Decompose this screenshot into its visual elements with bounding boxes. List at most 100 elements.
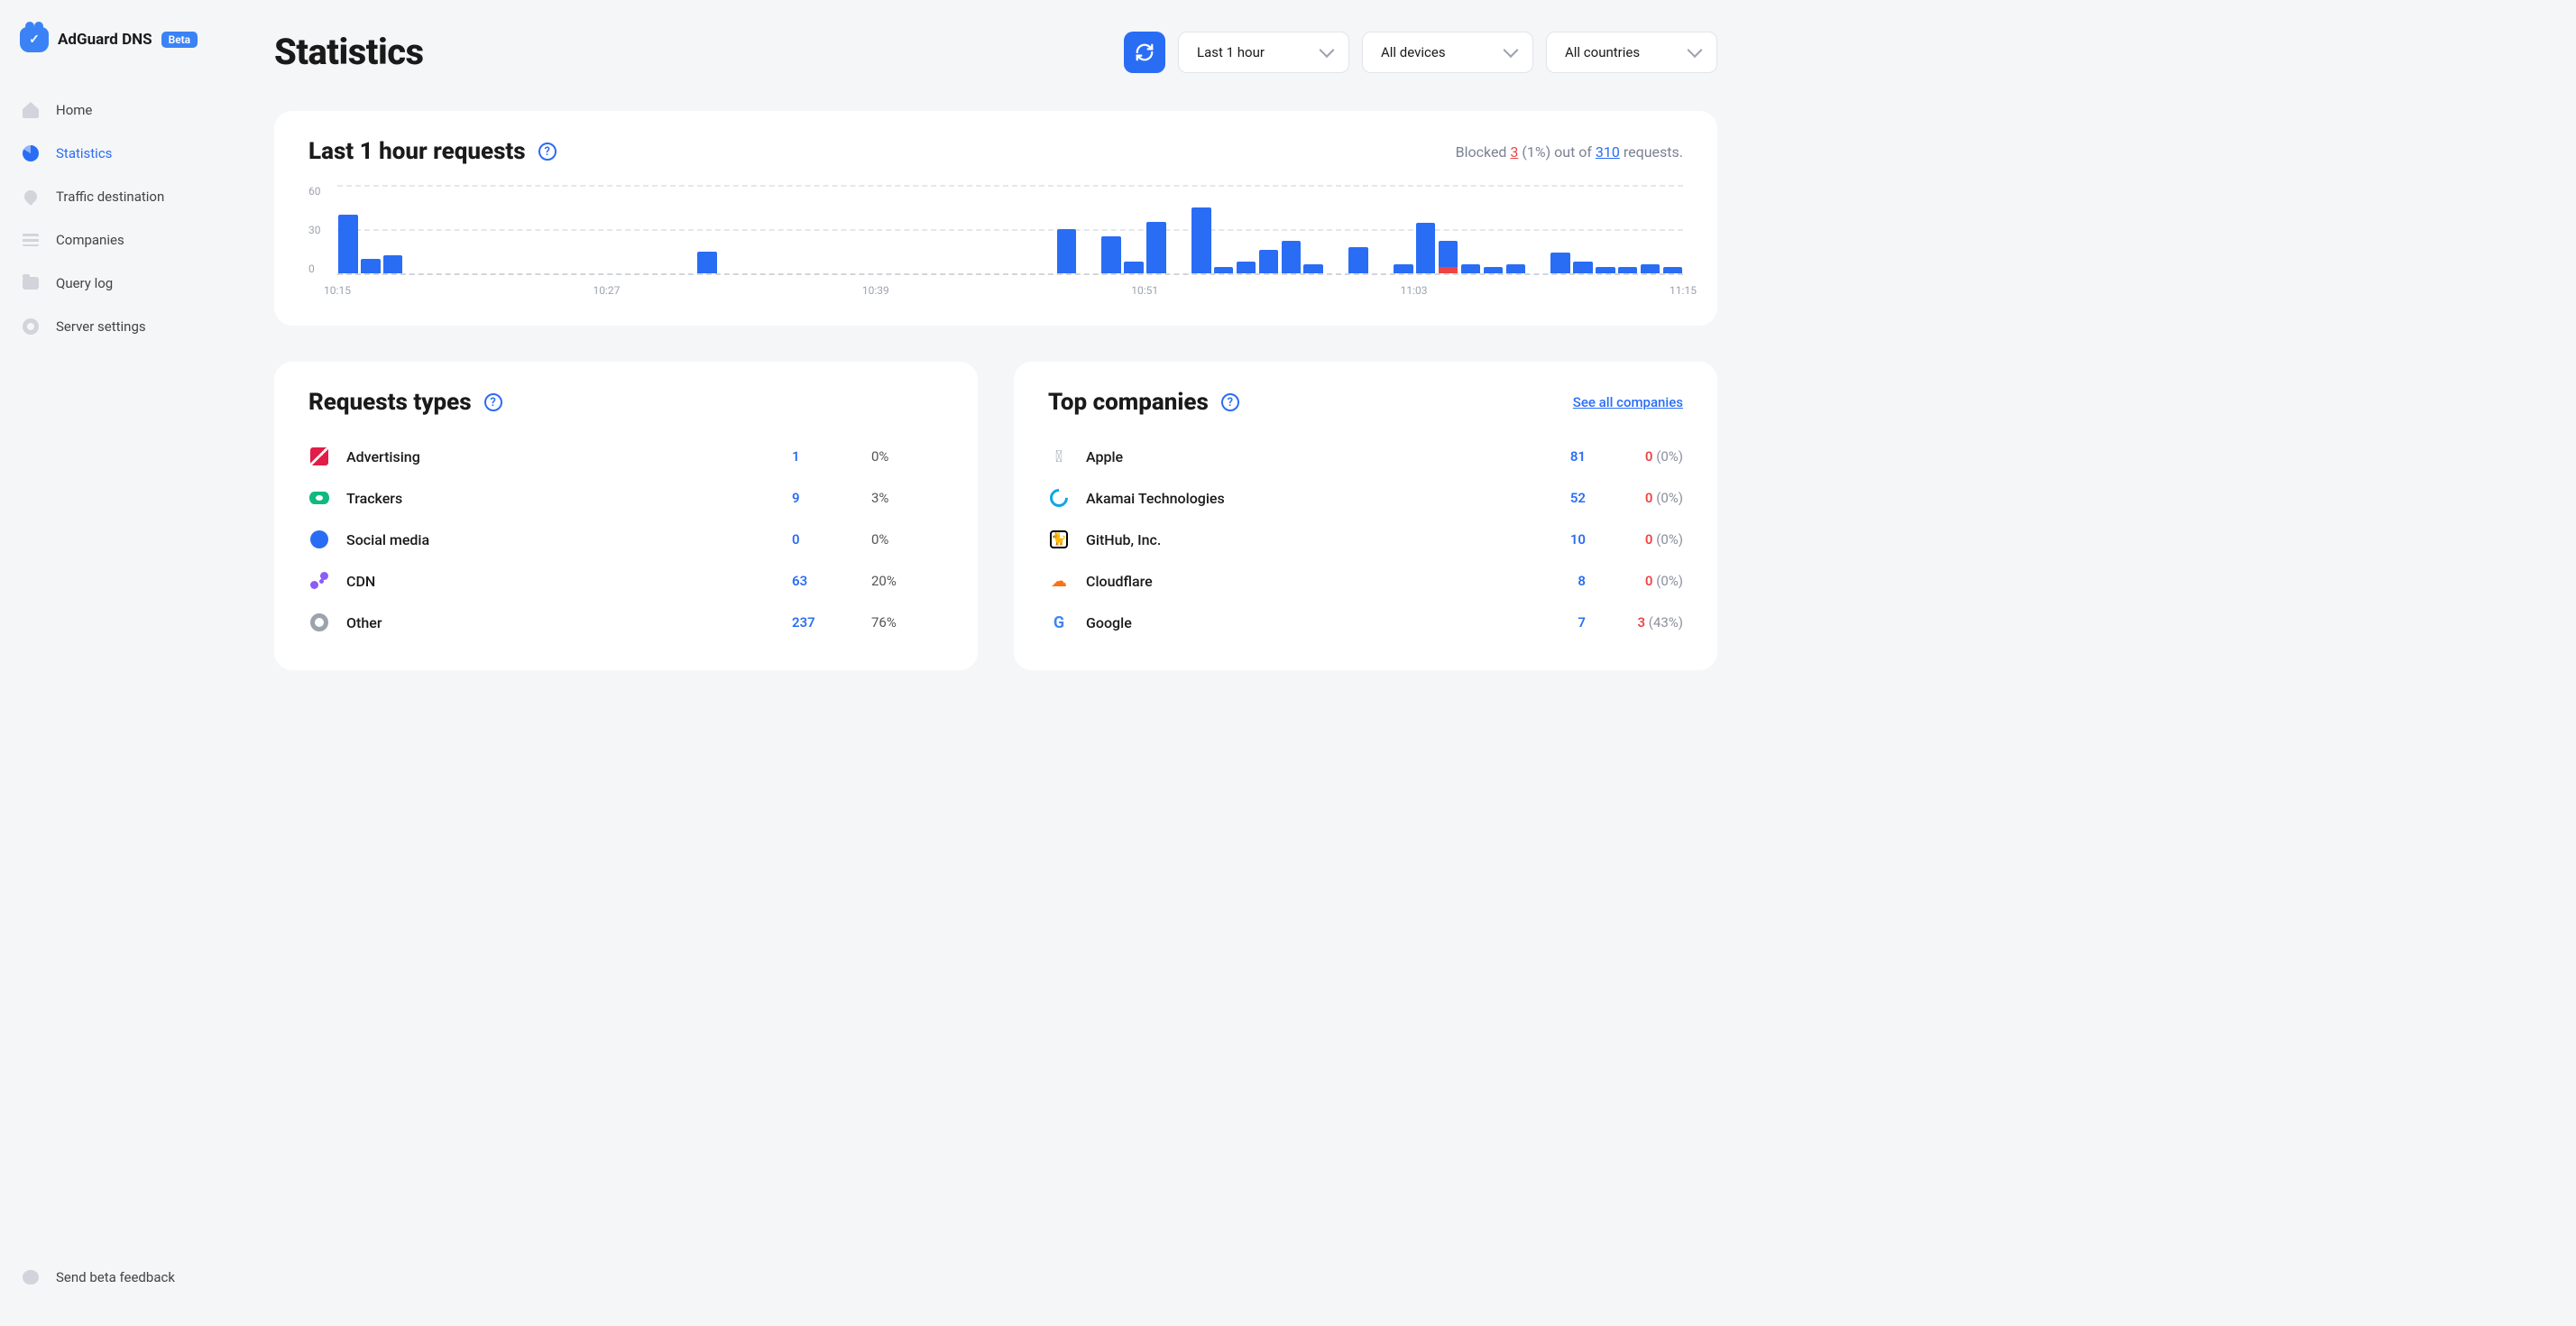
bar-column[interactable] [943, 185, 965, 273]
refresh-button[interactable] [1124, 32, 1165, 73]
help-icon[interactable]: ? [484, 393, 502, 411]
bar-column[interactable] [1504, 185, 1526, 273]
bar-column[interactable] [1145, 185, 1167, 273]
bar-column[interactable] [1078, 185, 1099, 273]
help-icon[interactable]: ? [538, 143, 557, 161]
sidebar-item-label: Statistics [56, 145, 112, 161]
sidebar-item-traffic-destination[interactable]: Traffic destination [0, 175, 229, 218]
bar-column[interactable] [876, 185, 897, 273]
help-icon[interactable]: ? [1221, 393, 1239, 411]
bar-column[interactable] [1191, 185, 1212, 273]
bar-column[interactable] [989, 185, 1010, 273]
bar-column[interactable] [1236, 185, 1257, 273]
page-header: Statistics Last 1 hour All devices All c… [274, 31, 1717, 73]
bar-column[interactable] [651, 185, 673, 273]
bar-column[interactable] [1393, 185, 1414, 273]
bar-column[interactable] [1415, 185, 1437, 273]
total-count-link[interactable]: 310 [1596, 143, 1620, 161]
bar-column[interactable] [1550, 185, 1571, 273]
request-type-row[interactable]: Advertising 1 0% [308, 436, 943, 477]
company-row[interactable]: 🐈 GitHub, Inc. 10 0 (0%) [1048, 519, 1683, 560]
bar-column[interactable] [428, 185, 449, 273]
bar-column[interactable] [674, 185, 695, 273]
bar-column[interactable] [449, 185, 471, 273]
request-type-row[interactable]: Other 237 76% [308, 602, 943, 643]
sidebar-item-home[interactable]: Home [0, 88, 229, 132]
bar-column[interactable] [1123, 185, 1145, 273]
request-type-row[interactable]: Trackers 9 3% [308, 477, 943, 519]
bar-column[interactable] [1370, 185, 1392, 273]
bar-column[interactable] [1034, 185, 1055, 273]
bar-column[interactable] [1640, 185, 1661, 273]
sidebar-item-statistics[interactable]: Statistics [0, 132, 229, 175]
devices-dropdown[interactable]: All devices [1362, 32, 1533, 73]
bar-column[interactable] [1011, 185, 1033, 273]
google-icon: G [1048, 612, 1070, 633]
y-tick: 0 [308, 262, 321, 275]
bar-column[interactable] [517, 185, 538, 273]
bar-column[interactable] [1662, 185, 1684, 273]
company-row[interactable]:  Apple 81 0 (0%) [1048, 436, 1683, 477]
bar-column[interactable] [1168, 185, 1190, 273]
sidebar-item-query-log[interactable]: Query log [0, 262, 229, 305]
bar-column[interactable] [853, 185, 875, 273]
company-blocked: 0 (0%) [1602, 490, 1683, 506]
bar-column[interactable] [382, 185, 404, 273]
bar-column[interactable] [360, 185, 382, 273]
bar-column[interactable] [809, 185, 831, 273]
bar-column[interactable] [1258, 185, 1280, 273]
see-all-companies-link[interactable]: See all companies [1573, 394, 1683, 410]
bar-column[interactable] [1572, 185, 1594, 273]
bar-column[interactable] [494, 185, 516, 273]
bar-column[interactable] [1325, 185, 1347, 273]
bar-column[interactable] [405, 185, 427, 273]
bar-column[interactable] [1460, 185, 1482, 273]
other-icon [308, 612, 330, 633]
bar-column[interactable] [1482, 185, 1504, 273]
bar-column[interactable] [764, 185, 786, 273]
request-type-row[interactable]: Social media 0 0% [308, 519, 943, 560]
x-tick: 10:27 [593, 284, 620, 297]
time-range-dropdown[interactable]: Last 1 hour [1178, 32, 1349, 73]
bar-column[interactable] [696, 185, 718, 273]
brand-name: AdGuard DNS [58, 31, 152, 49]
bar-column[interactable] [1438, 185, 1459, 273]
bar-column[interactable] [1595, 185, 1616, 273]
bar-column[interactable] [1527, 185, 1549, 273]
bar-column[interactable] [1348, 185, 1369, 273]
bar-column[interactable] [539, 185, 561, 273]
bar-column[interactable] [562, 185, 584, 273]
brand-logo[interactable]: ✓ AdGuard DNS Beta [0, 27, 229, 52]
bar-column[interactable] [1100, 185, 1122, 273]
bar-column[interactable] [921, 185, 943, 273]
bar-column[interactable] [898, 185, 920, 273]
time-range-value: Last 1 hour [1197, 44, 1265, 60]
bar-column[interactable] [719, 185, 741, 273]
countries-dropdown[interactable]: All countries [1546, 32, 1717, 73]
bar-column[interactable] [832, 185, 853, 273]
bar-column[interactable] [630, 185, 651, 273]
company-row[interactable]: Akamai Technologies 52 0 (0%) [1048, 477, 1683, 519]
company-row[interactable]: ☁ Cloudflare 8 0 (0%) [1048, 560, 1683, 602]
devices-value: All devices [1381, 44, 1446, 60]
request-type-row[interactable]: CDN 63 20% [308, 560, 943, 602]
company-row[interactable]: G Google 7 3 (43%) [1048, 602, 1683, 643]
bar-column[interactable] [1617, 185, 1639, 273]
bar-column[interactable] [1056, 185, 1078, 273]
bar-column[interactable] [1280, 185, 1302, 273]
top-companies-card: Top companies ? See all companies  Appl… [1014, 362, 1717, 670]
bar-column[interactable] [472, 185, 493, 273]
send-feedback-button[interactable]: Send beta feedback [0, 1256, 229, 1299]
company-label: GitHub, Inc. [1086, 531, 1515, 548]
sidebar-item-companies[interactable]: Companies [0, 218, 229, 262]
bar-column[interactable] [607, 185, 629, 273]
bar-column[interactable] [966, 185, 988, 273]
bar-column[interactable] [1302, 185, 1324, 273]
bar-column[interactable] [337, 185, 359, 273]
bar-column[interactable] [1213, 185, 1235, 273]
request-type-count: 63 [792, 573, 855, 589]
bar-column[interactable] [584, 185, 606, 273]
sidebar-item-server-settings[interactable]: Server settings [0, 305, 229, 348]
bar-column[interactable] [787, 185, 808, 273]
bar-column[interactable] [741, 185, 763, 273]
